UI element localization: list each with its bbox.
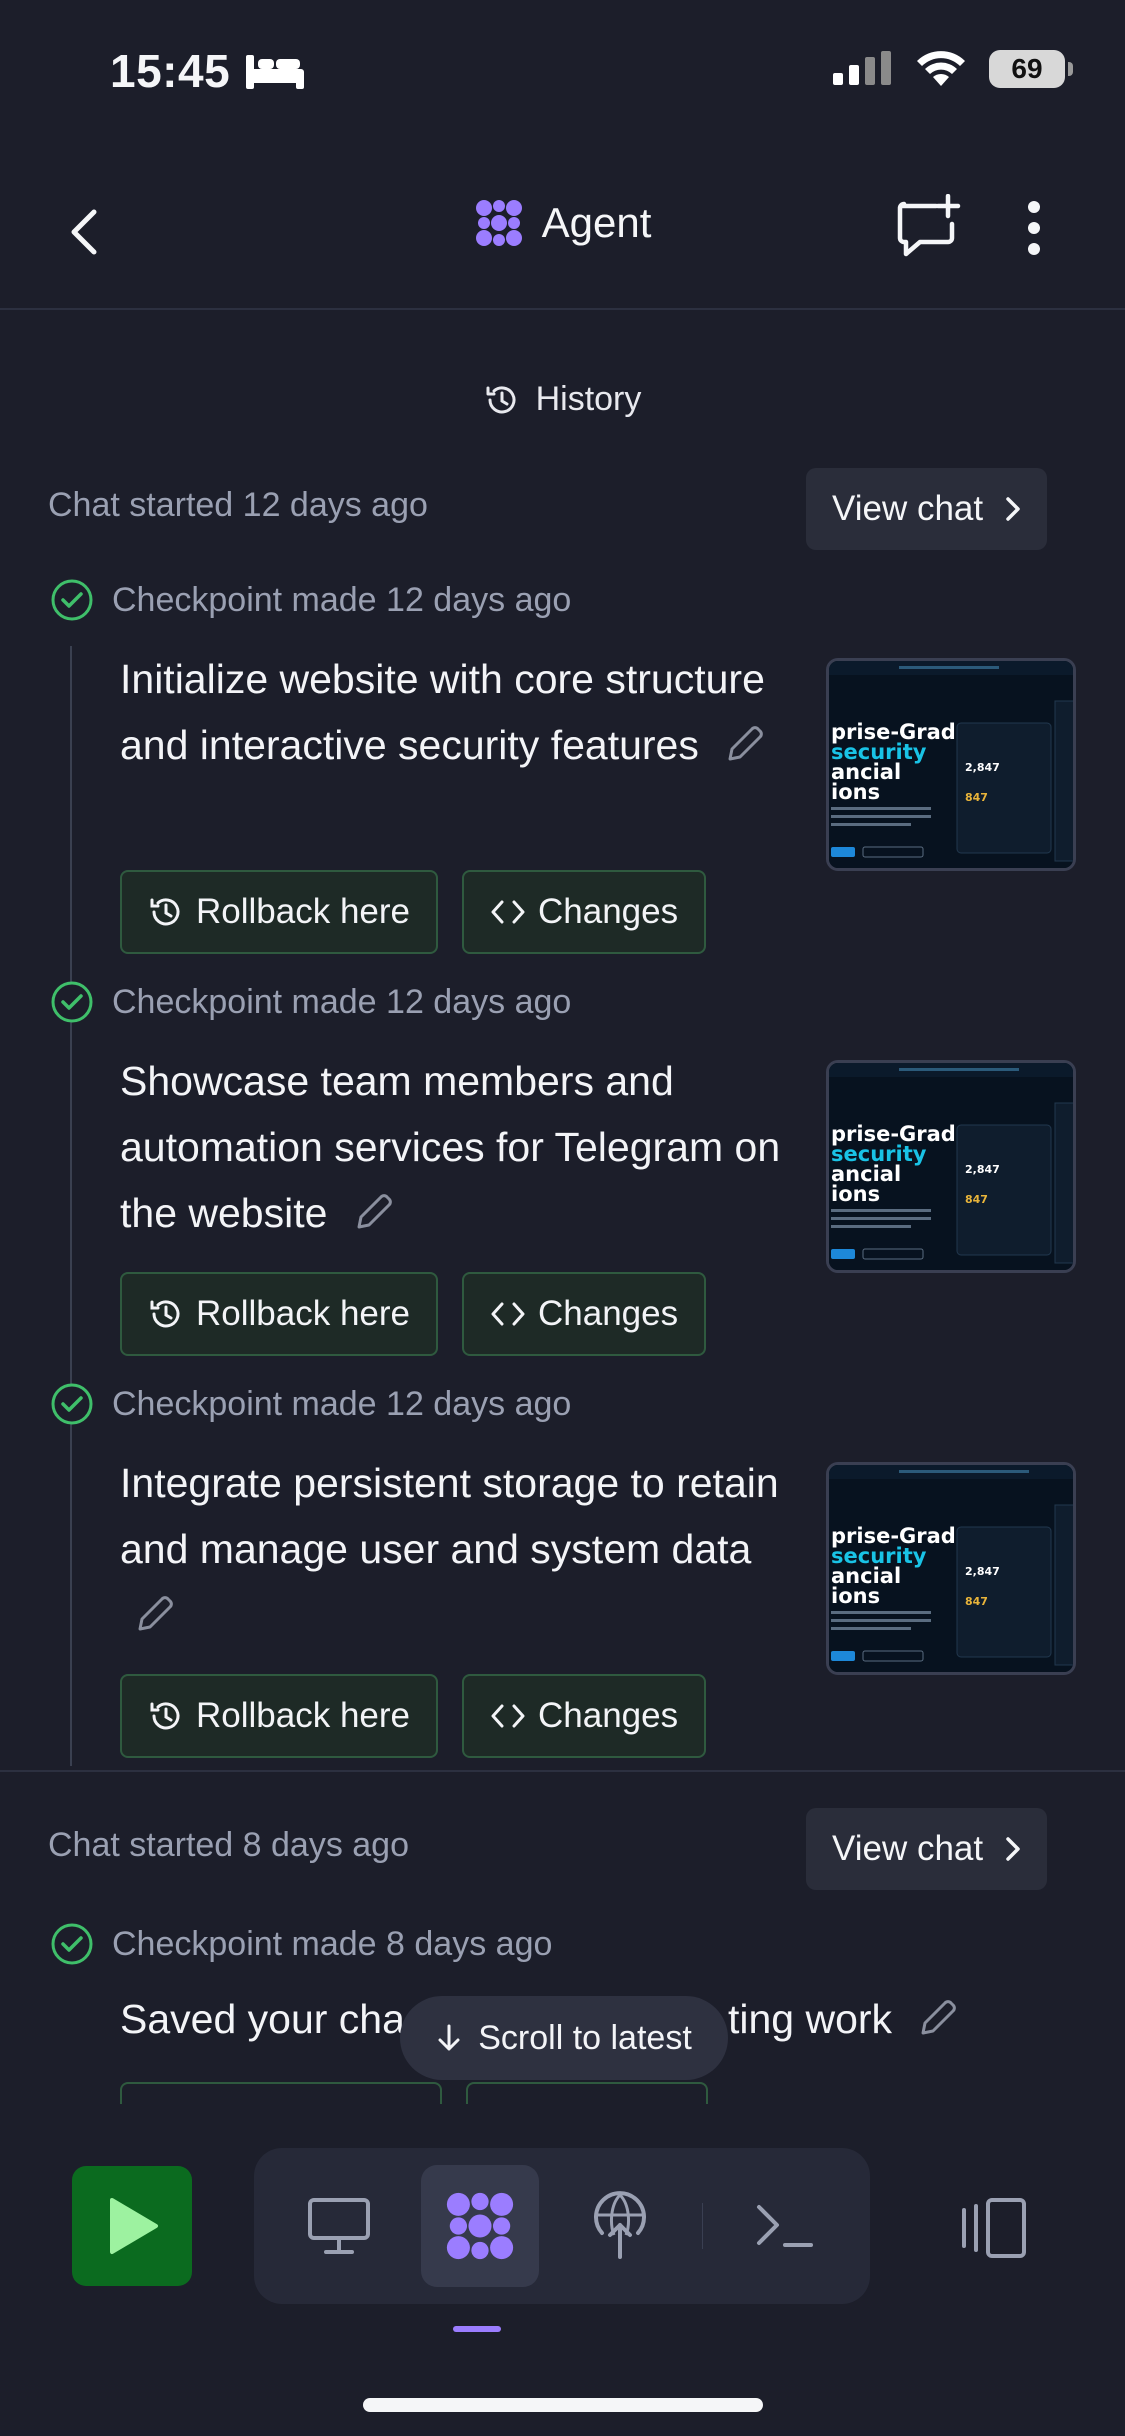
code-brackets-icon: [491, 1302, 525, 1326]
history-icon: [150, 898, 180, 926]
edit-pencil-icon[interactable]: [353, 1191, 395, 1233]
changes-button[interactable]: Changes: [462, 870, 707, 954]
checkpoint-title-tail: ting work: [728, 1986, 959, 2052]
tab-shell[interactable]: [725, 2165, 844, 2287]
more-options-icon[interactable]: [1026, 200, 1042, 256]
svg-text:847: 847: [965, 1193, 988, 1206]
rollback-button[interactable]: Rollback here: [120, 870, 438, 954]
chat-started-label: Chat started 8 days ago: [48, 1826, 410, 1864]
view-chat-button[interactable]: View chat: [806, 468, 1048, 550]
checkpoint-thumbnail[interactable]: prise-Grade security ancial ions 2,847 8…: [826, 658, 1076, 871]
status-bar: 15:45 69: [0, 0, 1125, 150]
changes-button[interactable]: Changes: [462, 1272, 707, 1356]
play-icon: [110, 2198, 158, 2254]
status-time: 15:45: [110, 44, 306, 98]
rollback-button[interactable]: Rollback here: [120, 1674, 438, 1758]
checkpoint-header: Checkpoint made 8 days ago: [50, 1922, 552, 1966]
history-icon: [150, 1300, 180, 1328]
checkpoint-title: Initialize website with core structure a…: [120, 656, 766, 768]
tab-agent[interactable]: [420, 2165, 540, 2287]
chat-started-label: Chat started 12 days ago: [48, 486, 428, 524]
svg-text:2,847: 2,847: [965, 761, 1000, 774]
check-circle-icon: [51, 579, 93, 621]
rollback-button[interactable]: Rollback here: [120, 1272, 438, 1356]
bottom-tab-group: [254, 2148, 870, 2304]
code-brackets-icon: [491, 1704, 525, 1728]
checkpoint-thumbnail[interactable]: prise-Grade security ancial ions 2,847 8…: [826, 1462, 1076, 1675]
active-tab-indicator: [453, 2326, 501, 2332]
history-icon: [150, 1702, 180, 1730]
website-preview-image: prise-Grade security ancial ions 2,847 8…: [829, 1465, 1073, 1672]
check-circle-icon: [51, 981, 93, 1023]
checkpoint-header: Checkpoint made 12 days ago: [50, 1382, 571, 1426]
session-divider: [0, 1770, 1125, 1772]
new-chat-icon[interactable]: [894, 194, 962, 260]
tab-deploy[interactable]: [561, 2165, 680, 2287]
tab-separator: [701, 2203, 704, 2249]
svg-text:ions: ions: [831, 1584, 880, 1608]
arrow-down-icon: [438, 2024, 460, 2051]
signal-icon: [833, 51, 891, 85]
svg-text:847: 847: [965, 791, 988, 804]
check-circle-icon: [51, 1923, 93, 1965]
terminal-icon: [756, 2205, 813, 2247]
agent-logo-icon: [446, 2192, 513, 2260]
svg-text:ions: ions: [831, 1182, 880, 1206]
bed-icon: [246, 55, 305, 89]
edit-pencil-icon[interactable]: [917, 1997, 959, 2039]
checkpoint-title: Showcase team members and automation ser…: [120, 1058, 781, 1236]
changes-button-partial[interactable]: [466, 2082, 708, 2104]
checkpoint-header: Checkpoint made 12 days ago: [50, 980, 571, 1024]
rollback-button-partial[interactable]: [120, 2082, 442, 2104]
website-preview-image: prise-Grade security ancial ions 2,847 8…: [829, 661, 1073, 868]
run-button[interactable]: [72, 2166, 192, 2286]
timeline-line: [70, 646, 72, 1766]
panels-icon[interactable]: [958, 2196, 1028, 2260]
history-label: History: [0, 380, 1125, 419]
code-brackets-icon: [491, 900, 525, 924]
svg-text:847: 847: [965, 1595, 988, 1608]
chevron-right-icon: [1006, 497, 1020, 521]
history-icon: [486, 385, 516, 413]
home-indicator: [363, 2398, 763, 2412]
checkpoint-header: Checkpoint made 12 days ago: [50, 578, 571, 622]
top-app-bar: Agent: [0, 150, 1125, 310]
battery-indicator: 69: [989, 50, 1073, 88]
monitor-icon: [308, 2198, 371, 2254]
page-title: Agent: [541, 199, 652, 246]
tab-preview[interactable]: [280, 2165, 399, 2287]
view-chat-button[interactable]: View chat: [806, 1808, 1048, 1890]
checkpoint-title: Saved your cha: [120, 1996, 405, 2042]
check-circle-icon: [51, 1383, 93, 1425]
agent-logo-icon: [475, 200, 522, 246]
edit-pencil-icon[interactable]: [134, 1593, 176, 1635]
svg-text:2,847: 2,847: [965, 1565, 1000, 1578]
svg-text:ions: ions: [831, 780, 880, 804]
scroll-to-latest-button[interactable]: Scroll to latest: [400, 1996, 728, 2080]
changes-button[interactable]: Changes: [462, 1674, 707, 1758]
wifi-icon: [917, 51, 965, 86]
svg-text:2,847: 2,847: [965, 1163, 1000, 1176]
chevron-right-icon: [1006, 1837, 1020, 1861]
checkpoint-thumbnail[interactable]: prise-Grade security ancial ions 2,847 8…: [826, 1060, 1076, 1273]
deploy-globe-icon: [594, 2191, 647, 2259]
checkpoint-title: Integrate persistent storage to retain a…: [120, 1450, 810, 1648]
edit-pencil-icon[interactable]: [724, 723, 766, 765]
website-preview-image: prise-Grade security ancial ions 2,847 8…: [829, 1063, 1073, 1270]
